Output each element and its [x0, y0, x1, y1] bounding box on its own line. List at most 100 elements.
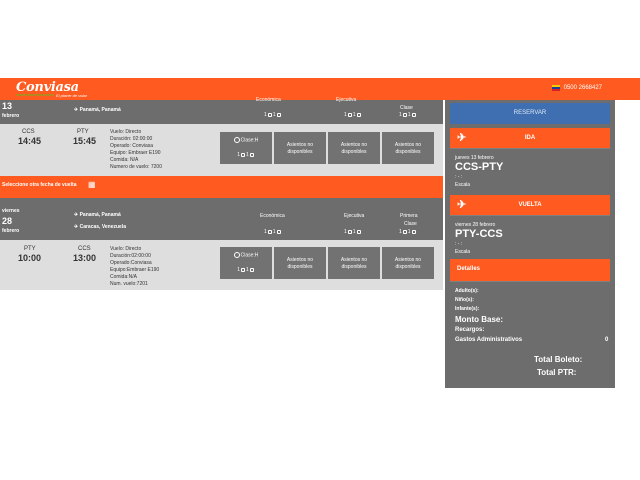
seat-icon: [249, 152, 254, 157]
reservar-button[interactable]: RESERVAR: [450, 103, 610, 124]
class-option-label: Clase:H: [220, 137, 272, 143]
inbound-flight-row: PTY 10:00 CCS 13:00 Vuelo: Directo Durac…: [0, 240, 443, 290]
inbound-from: ✈ Panamá, Panamá: [74, 212, 121, 218]
detail-line: Vuelo: Directo: [110, 246, 142, 252]
unavailable-label: Asientos no disponibles: [286, 142, 314, 155]
outbound-class-h-option[interactable]: Clase:H 11: [220, 132, 272, 164]
unavailable-label: Asientos no disponibles: [394, 142, 422, 155]
outbound-date-day: 13: [2, 101, 13, 111]
logo-stripe: [16, 94, 54, 96]
total-boleto-label: Total Boleto:: [534, 355, 583, 364]
return-date-prompt-label: Seleccione otra fecha de vuelta: [2, 182, 77, 188]
plane-icon: ✈: [74, 107, 79, 113]
inbound-dest-code: CCS: [78, 246, 91, 252]
inbound-class-primera: Primera: [400, 213, 418, 219]
detalles-title: Detalles: [457, 266, 481, 272]
inbound-date-day: 28: [2, 216, 13, 226]
outbound-dest-code: PTY: [77, 129, 89, 135]
outbound-prim-seats: 11: [399, 112, 417, 118]
recargos-label: Recargos:: [455, 327, 485, 333]
detail-line: Operado: Conviasa: [110, 143, 154, 149]
seat-icon: [249, 267, 254, 272]
inbound-details: Vuelo: Directo Duración:02:00:00 Operado…: [110, 246, 159, 288]
ida-times: : - :: [455, 174, 463, 180]
ida-panel: jueves 13 febrero CCS-PTY : - : Escala: [450, 148, 610, 194]
outbound-class-economica: Económica: [256, 97, 281, 103]
seat-icon: [267, 229, 272, 234]
outbound-unavailable-ejecutiva[interactable]: Asientos no disponibles: [328, 132, 380, 164]
detail-line: Vuelo: Directo: [110, 129, 142, 135]
inbound-flight-header: viernes 28 febrero ✈ Panamá, Panamá ✈ Ca…: [0, 198, 443, 240]
inbound-unavailable-economica[interactable]: Asientos no disponibles: [274, 247, 326, 279]
outbound-origin-time: 14:45: [18, 136, 42, 146]
landing-icon: ✈: [74, 224, 79, 230]
detail-line: Equipo:Embraer E190: [110, 267, 160, 273]
radio-icon[interactable]: [233, 252, 240, 258]
seat-icon: [241, 267, 245, 272]
outbound-details: Vuelo: Directo Duración: 02:00:00 Operad…: [110, 129, 162, 171]
seat-icon: [241, 152, 245, 157]
outbound-econ-seats: 11: [264, 112, 282, 118]
unavailable-label: Asientos no disponibles: [340, 142, 368, 155]
outbound-class-sub: Clase: [400, 105, 413, 111]
detalles-panel: Adulto(s): Niño(s): Infante(s): Monto Ba…: [450, 281, 610, 383]
detail-line: Duración:02:00:00: [110, 253, 151, 259]
inbound-prim-seats: 11: [399, 229, 417, 235]
vuelta-times: : - :: [455, 241, 463, 247]
inbound-weekday: viernes: [2, 208, 20, 214]
ida-title: IDA: [524, 135, 536, 141]
gastos-label: Gastos Administrativos: [455, 337, 523, 343]
inbound-dest-time: 13:00: [73, 253, 97, 263]
inbound-econ-seats: 11: [264, 229, 282, 235]
seat-icon: [276, 112, 281, 117]
adultos-label: Adulto(s):: [455, 288, 479, 294]
outbound-dest-time: 15:45: [73, 136, 97, 146]
inbound-origin-time: 10:00: [18, 253, 42, 263]
seat-icon: [411, 229, 416, 234]
detail-line: Equipo: Embraer E190: [110, 150, 161, 156]
seat-icon: [267, 112, 272, 117]
detail-line: Operado:Conviasa: [110, 260, 152, 266]
gastos-value: 0: [605, 337, 609, 343]
calendar-icon[interactable]: ▦: [88, 180, 96, 189]
detail-line: Duración: 02:00:00: [110, 136, 153, 142]
phone-contact[interactable]: 0500 2668427: [551, 85, 602, 91]
inbound-ejec-seats: 11: [344, 229, 362, 235]
inbound-class-economica: Económica: [260, 213, 285, 219]
seat-icon: [402, 112, 407, 117]
infantes-label: Infante(s):: [455, 306, 480, 312]
inbound-unavailable-primera[interactable]: Asientos no disponibles: [382, 247, 434, 279]
seat-icon: [411, 112, 416, 117]
class-option-seats: 11: [220, 267, 272, 273]
inbound-unavailable-ejecutiva[interactable]: Asientos no disponibles: [328, 247, 380, 279]
takeoff-icon: ✈: [74, 212, 79, 218]
ida-header: ✈ IDA: [450, 128, 610, 148]
return-date-prompt[interactable]: Seleccione otra fecha de vuelta ▦: [0, 176, 443, 198]
total-ptr-label: Total PTR:: [537, 368, 577, 377]
radio-icon[interactable]: [233, 137, 240, 143]
logo-tagline: El placer de volar: [56, 93, 87, 98]
outbound-unavailable-economica[interactable]: Asientos no disponibles: [274, 132, 326, 164]
outbound-unavailable-primera[interactable]: Asientos no disponibles: [382, 132, 434, 164]
header-bar: Conviasa El placer de volar 0500 2668427: [0, 78, 640, 100]
phone-number: 0500 2668427: [563, 85, 602, 91]
inbound-class-h-option[interactable]: Clase:H 11: [220, 247, 272, 279]
detail-line: Num. vuelo:7201: [110, 281, 148, 287]
vuelta-title: VUELTA: [518, 202, 542, 208]
monto-base-label: Monto Base:: [455, 315, 503, 324]
seat-icon: [347, 112, 352, 117]
outbound-class-ejecutiva: Ejecutiva: [336, 97, 357, 103]
ida-escala: Escala: [455, 182, 471, 188]
ida-route: CCS-PTY: [455, 161, 504, 173]
vuelta-escala: Escala: [455, 249, 471, 255]
inbound-origin-code: PTY: [24, 246, 36, 252]
venezuela-flag-icon: [551, 85, 560, 91]
unavailable-label: Asientos no disponibles: [340, 257, 368, 270]
vuelta-panel: viernes 28 febrero PTY-CCS : - : Escala: [450, 215, 610, 258]
unavailable-label: Asientos no disponibles: [286, 257, 314, 270]
unavailable-label: Asientos no disponibles: [394, 257, 422, 270]
seat-icon: [402, 229, 407, 234]
seat-icon: [356, 112, 361, 117]
vuelta-header: ✈ VUELTA: [450, 195, 610, 215]
detail-line: Numero de vuelo: 7200: [110, 164, 162, 170]
